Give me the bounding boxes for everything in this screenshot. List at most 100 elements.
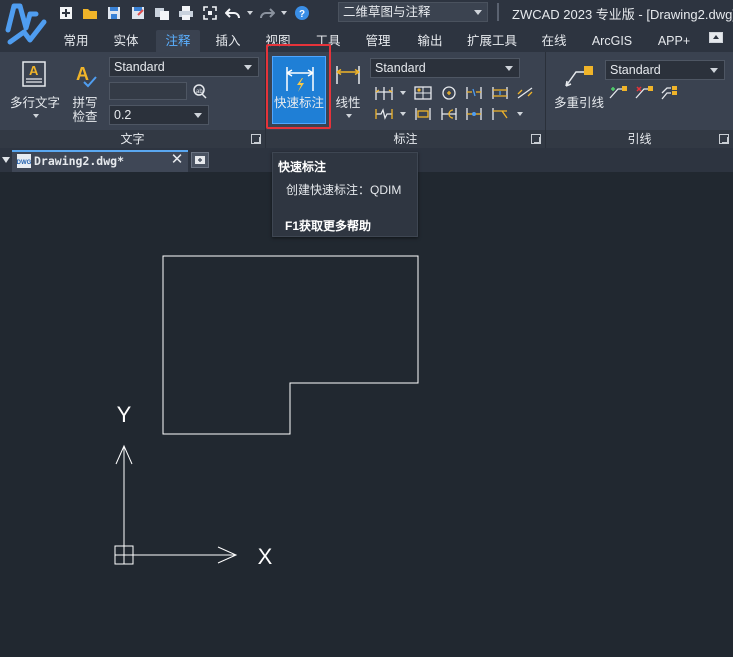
- tooltip-help: F1获取更多帮助: [285, 219, 372, 233]
- chevron-down-icon: [194, 113, 202, 118]
- chevron-down-icon: [474, 10, 482, 15]
- zwcad-window: ? 二维草图与注释 ZWCAD 2023 专业版 - [Drawing2.dwg…: [0, 0, 733, 657]
- svg-text:A: A: [76, 64, 89, 84]
- publish-icon[interactable]: [152, 3, 172, 23]
- spell-check-icon[interactable]: A: [72, 62, 100, 90]
- dimension-text-edit-icon[interactable]: [490, 105, 510, 123]
- spell-check-label-2: 检查: [72, 110, 98, 124]
- tab-arcgis[interactable]: ArcGIS: [584, 30, 640, 52]
- app-logo-icon[interactable]: [0, 0, 52, 52]
- polyline-shape[interactable]: [162, 255, 419, 435]
- inspection-icon[interactable]: [413, 105, 433, 123]
- chevron-down-icon: [505, 66, 513, 71]
- panel-title-text-label: 文字: [120, 132, 145, 146]
- continue-dimension-icon[interactable]: [374, 84, 394, 102]
- save-icon[interactable]: [104, 3, 124, 23]
- open-folder-icon[interactable]: [80, 3, 100, 23]
- undo-icon[interactable]: [224, 3, 242, 23]
- tab-annotate[interactable]: 注释: [156, 30, 200, 52]
- minimize-ribbon-icon[interactable]: [709, 32, 723, 43]
- dwg-file-icon: DWG: [16, 153, 32, 169]
- workspace-select[interactable]: 二维草图与注释: [338, 2, 488, 22]
- new-tab-icon[interactable]: [191, 152, 209, 168]
- redo-dropdown-icon[interactable]: [280, 3, 288, 23]
- multileader-label[interactable]: 多重引线: [552, 96, 606, 110]
- panel-title-leader: 引线: [546, 130, 733, 148]
- panel-launcher-icon[interactable]: [251, 134, 261, 144]
- find-text-input[interactable]: [109, 82, 187, 100]
- dimension-space-icon[interactable]: [490, 84, 510, 102]
- center-mark-icon[interactable]: [439, 84, 459, 102]
- redo-icon[interactable]: [258, 3, 276, 23]
- multileader-icon[interactable]: [562, 62, 596, 90]
- ucs-x-label: X: [258, 544, 273, 569]
- tolerance-icon[interactable]: [413, 84, 433, 102]
- multileader-style-value: Standard: [610, 63, 661, 77]
- dimension-break-icon[interactable]: [464, 84, 484, 102]
- tooltip-title: 快速标注: [278, 160, 327, 174]
- file-tabs-menu-icon[interactable]: [2, 157, 10, 163]
- ucs-icon: [114, 444, 238, 565]
- title-separator: [497, 3, 499, 21]
- dimension-style-select[interactable]: Standard: [370, 58, 520, 78]
- linear-dimension-icon[interactable]: [334, 62, 362, 88]
- svg-text:DWG: DWG: [17, 160, 32, 166]
- panel-title-leader-label: 引线: [627, 132, 652, 146]
- remove-leader-icon[interactable]: [634, 84, 654, 102]
- linear-dimension-label[interactable]: 线性: [330, 96, 366, 110]
- spell-check-label[interactable]: 拼写 检查: [68, 96, 102, 124]
- tab-app-plus[interactable]: APP+: [650, 30, 698, 52]
- panel-title-dimension-label: 标注: [393, 132, 418, 146]
- spell-check-label-1: 拼写: [72, 96, 98, 110]
- window-title: ZWCAD 2023 专业版 - [Drawing2.dwg]: [512, 7, 733, 22]
- mtext-dropdown-icon[interactable]: [33, 114, 39, 118]
- undo-dropdown-icon[interactable]: [246, 3, 254, 23]
- svg-text:?: ?: [299, 9, 305, 20]
- ucs-y-label: Y: [117, 402, 132, 427]
- panel-title-text: 文字: [0, 130, 265, 148]
- dimension-update-icon[interactable]: [439, 105, 459, 123]
- mtext-icon[interactable]: A: [20, 60, 50, 90]
- panel-launcher-icon[interactable]: [531, 134, 541, 144]
- tab-online[interactable]: 在线: [534, 30, 574, 52]
- tab-output[interactable]: 输出: [410, 30, 450, 52]
- quick-access-toolbar: ?: [56, 2, 312, 24]
- jogged-linear-icon[interactable]: [374, 105, 394, 123]
- svg-text:A: A: [29, 63, 39, 78]
- continue-dropdown-icon[interactable]: [400, 91, 406, 95]
- tooltip-description: 创建快速标注：QDIM: [286, 183, 402, 197]
- dimension-reassociate-icon[interactable]: [464, 105, 484, 123]
- panel-launcher-icon[interactable]: [719, 134, 729, 144]
- help-icon[interactable]: ?: [292, 3, 312, 23]
- text-height-select[interactable]: 0.2: [109, 105, 209, 125]
- tab-insert[interactable]: 插入: [208, 30, 248, 52]
- mtext-label[interactable]: 多行文字: [10, 96, 60, 110]
- align-leader-icon[interactable]: [660, 84, 680, 102]
- text-style-select[interactable]: Standard: [109, 57, 259, 77]
- panel-title-dimension: 标注: [266, 130, 545, 148]
- tab-home[interactable]: 常用: [56, 30, 96, 52]
- dimension-more-dropdown-icon[interactable]: [517, 112, 523, 116]
- linear-dropdown-icon[interactable]: [346, 114, 352, 118]
- zoom-extents-icon[interactable]: [200, 3, 220, 23]
- jogged-dropdown-icon[interactable]: [400, 112, 406, 116]
- find-replace-icon[interactable]: ab: [190, 82, 208, 100]
- dimension-oblique-icon[interactable]: [515, 84, 535, 102]
- dimension-style-value: Standard: [375, 61, 426, 75]
- document-tab-label: Drawing2.dwg*: [34, 154, 125, 168]
- multileader-style-select[interactable]: Standard: [605, 60, 725, 80]
- tab-solid[interactable]: 实体: [106, 30, 146, 52]
- text-height-value: 0.2: [114, 108, 132, 122]
- workspace-select-value: 二维草图与注释: [343, 5, 431, 19]
- save-as-icon[interactable]: [128, 3, 148, 23]
- chevron-down-icon: [710, 68, 718, 73]
- tab-extended-tools[interactable]: 扩展工具: [460, 30, 524, 52]
- chevron-down-icon: [244, 65, 252, 70]
- close-icon[interactable]: ✕: [170, 152, 184, 167]
- new-file-icon[interactable]: [56, 3, 76, 23]
- text-style-value: Standard: [114, 60, 165, 74]
- tab-manage[interactable]: 管理: [358, 30, 398, 52]
- print-icon[interactable]: [176, 3, 196, 23]
- add-leader-icon[interactable]: [608, 84, 628, 102]
- drawing-canvas[interactable]: Y X: [0, 172, 733, 657]
